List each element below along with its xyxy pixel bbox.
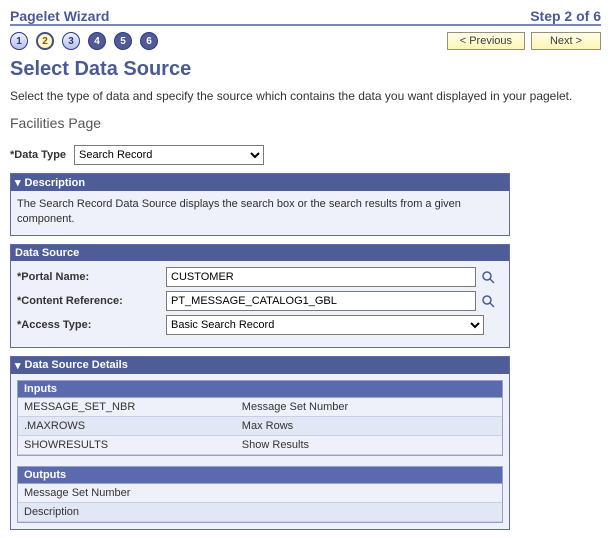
content-ref-row: *Content Reference:	[17, 291, 503, 311]
description-header: ▾ Description	[11, 174, 509, 191]
collapse-icon[interactable]: ▾	[15, 176, 21, 189]
data-type-select[interactable]: Search Record	[74, 145, 264, 165]
content-ref-lookup-icon[interactable]	[480, 293, 496, 309]
input-desc: Show Results	[236, 435, 502, 454]
access-type-select[interactable]: Basic Search Record	[166, 315, 484, 335]
step-2[interactable]: 2	[36, 32, 54, 50]
details-title: Data Source Details	[25, 359, 128, 371]
step-3[interactable]: 3	[62, 32, 80, 50]
output-desc: Description	[18, 502, 502, 521]
description-text: The Search Record Data Source displays t…	[17, 197, 503, 227]
access-type-label: *Access Type:	[17, 319, 162, 331]
portal-name-lookup-icon[interactable]	[480, 269, 496, 285]
page-title: Select Data Source	[10, 58, 601, 81]
inputs-table: MESSAGE_SET_NBR Message Set Number .MAXR…	[18, 398, 502, 455]
portal-name-input[interactable]	[166, 267, 476, 287]
data-source-section: Data Source *Portal Name: *Content Refer…	[10, 244, 510, 348]
step-indicator: Step 2 of 6	[530, 8, 601, 24]
data-source-details-section: ▾ Data Source Details Inputs MESSAGE_SET…	[10, 356, 510, 530]
output-desc: Message Set Number	[18, 484, 502, 503]
data-source-header: Data Source	[11, 245, 509, 261]
content-ref-input[interactable]	[166, 291, 476, 311]
input-name: MESSAGE_SET_NBR	[18, 398, 236, 417]
description-section: ▾ Description The Search Record Data Sou…	[10, 173, 510, 236]
previous-button[interactable]: < Previous	[447, 32, 525, 50]
description-body: The Search Record Data Source displays t…	[11, 191, 509, 235]
collapse-icon[interactable]: ▾	[15, 359, 21, 372]
details-body: Inputs MESSAGE_SET_NBR Message Set Numbe…	[11, 374, 509, 529]
nav-buttons: < Previous Next >	[447, 32, 601, 50]
table-row: .MAXROWS Max Rows	[18, 416, 502, 435]
inputs-header: Inputs	[18, 381, 502, 398]
under-top-row: 1 2 3 4 5 6 < Previous Next >	[10, 32, 601, 50]
table-row: MESSAGE_SET_NBR Message Set Number	[18, 398, 502, 417]
description-title: Description	[25, 177, 86, 189]
input-desc: Message Set Number	[236, 398, 502, 417]
portal-name-row: *Portal Name:	[17, 267, 503, 287]
table-row: SHOWRESULTS Show Results	[18, 435, 502, 454]
step-1[interactable]: 1	[10, 32, 28, 50]
access-type-row: *Access Type: Basic Search Record	[17, 315, 503, 335]
data-source-body: *Portal Name: *Content Reference: *Acces…	[11, 261, 509, 347]
table-row: Message Set Number	[18, 484, 502, 503]
table-row: Description	[18, 502, 502, 521]
step-5[interactable]: 5	[114, 32, 132, 50]
content-ref-label: *Content Reference:	[17, 295, 162, 307]
page-subhead: Facilities Page	[10, 115, 601, 131]
page-intro: Select the type of data and specify the …	[10, 89, 601, 103]
data-type-row: *Data Type Search Record	[10, 145, 601, 165]
outputs-block: Outputs Message Set Number Description	[17, 466, 503, 523]
inputs-block: Inputs MESSAGE_SET_NBR Message Set Numbe…	[17, 380, 503, 456]
data-source-title: Data Source	[15, 247, 79, 259]
portal-name-label: *Portal Name:	[17, 271, 162, 283]
step-navigator: 1 2 3 4 5 6	[10, 32, 158, 50]
wizard-title: Pagelet Wizard	[10, 8, 109, 24]
data-type-label: *Data Type	[10, 149, 66, 161]
step-6[interactable]: 6	[140, 32, 158, 50]
input-desc: Max Rows	[236, 416, 502, 435]
next-button[interactable]: Next >	[531, 32, 601, 50]
details-header: ▾ Data Source Details	[11, 357, 509, 374]
outputs-header: Outputs	[18, 467, 502, 484]
input-name: .MAXROWS	[18, 416, 236, 435]
wizard-header: Pagelet Wizard Step 2 of 6	[10, 8, 601, 26]
input-name: SHOWRESULTS	[18, 435, 236, 454]
outputs-table: Message Set Number Description	[18, 484, 502, 522]
step-4[interactable]: 4	[88, 32, 106, 50]
